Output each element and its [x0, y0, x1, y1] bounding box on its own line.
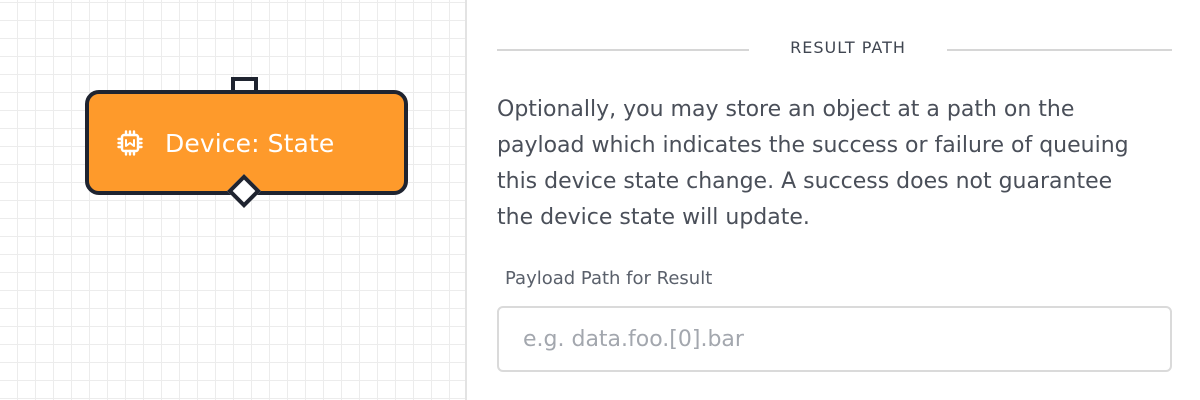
payload-path-label: Payload Path for Result — [505, 268, 713, 289]
payload-path-input[interactable] — [497, 306, 1172, 372]
section-description: Optionally, you may store an object at a… — [497, 97, 1129, 230]
node-config-panel: RESULT PATH Optionally, you may store an… — [467, 0, 1200, 400]
section-rule-right — [947, 49, 1172, 51]
section-header-result-path: RESULT PATH — [497, 38, 1172, 60]
workflow-canvas[interactable]: Device: State — [0, 0, 465, 400]
section-rule-left — [497, 49, 749, 51]
section-title: RESULT PATH — [790, 38, 906, 57]
node-label: Device: State — [165, 129, 335, 158]
chip-icon — [117, 130, 143, 156]
